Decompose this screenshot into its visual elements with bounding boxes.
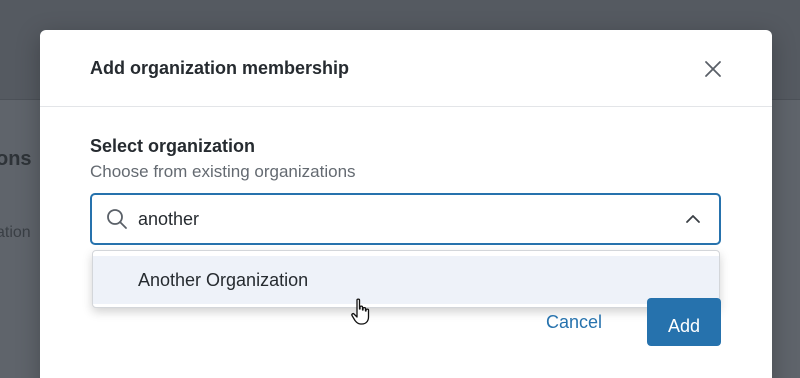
organization-combobox[interactable] — [90, 193, 721, 245]
field-label: Select organization — [90, 136, 256, 156]
background-text: ation — [0, 224, 31, 241]
search-icon — [106, 208, 128, 230]
background-heading: ons — [0, 148, 32, 170]
chevron-up-icon[interactable] — [684, 211, 702, 227]
add-button[interactable]: Add — [647, 298, 721, 346]
hand-cursor-icon — [350, 298, 374, 326]
option-another-organization[interactable]: Another Organization — [93, 256, 719, 304]
field-help-text: Choose from existing organizations — [90, 162, 356, 181]
organization-options-list: Another Organization — [92, 250, 720, 308]
organization-search-input[interactable] — [138, 203, 658, 235]
add-membership-modal: Add organization membership Select organ… — [40, 30, 772, 378]
modal-title: Add organization membership — [90, 58, 350, 78]
option-label: Another Organization — [138, 270, 309, 290]
cancel-button[interactable]: Cancel — [534, 302, 614, 342]
close-icon[interactable] — [702, 58, 724, 80]
add-button-label: Add — [667, 315, 701, 336]
modal-header: Add organization membership — [40, 30, 772, 107]
